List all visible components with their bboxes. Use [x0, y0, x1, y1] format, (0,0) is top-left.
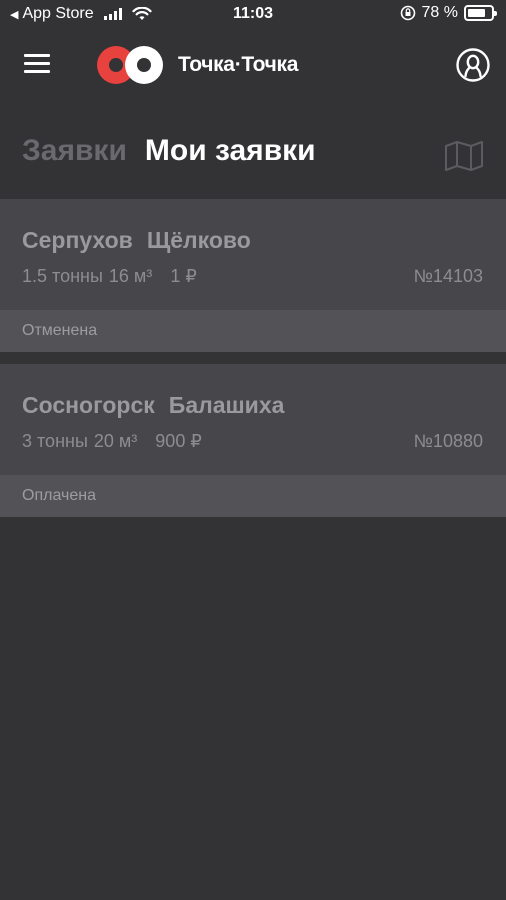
cargo-volume: 16 м³ — [108, 266, 153, 286]
menu-icon — [24, 54, 50, 57]
rotation-lock-icon — [400, 5, 415, 21]
order-status: Отменена — [0, 310, 506, 352]
map-icon[interactable] — [444, 140, 484, 172]
order-details: Сосногорск Балашиха 3 тонны 20 м³ 900 ₽ №10… — [0, 364, 506, 475]
route-from: Сосногорск — [22, 392, 155, 418]
route-to: Балашиха — [168, 392, 285, 418]
order-route: Сосногорск Балашиха — [22, 392, 284, 419]
order-price: 1 ₽ — [170, 266, 197, 286]
cargo-weight: 1.5 тонны — [22, 266, 103, 286]
battery-icon — [464, 5, 497, 21]
order-card[interactable]: Серпухов Щёлково 1.5 тонны 16 м³ 1 ₽ №14103… — [0, 199, 506, 352]
brand-logo: Точка·Точка — [96, 45, 298, 85]
battery-level — [468, 9, 486, 17]
order-details: Серпухов Щёлково 1.5 тонны 16 м³ 1 ₽ №14103 — [0, 199, 506, 310]
order-cargo: 3 тонны 20 м³ 900 ₽ — [22, 431, 202, 452]
status-bar: ◀ App Store 11:03 78 % — [0, 0, 506, 30]
order-number: №10880 — [413, 431, 483, 451]
tab-bar: Заявки Мои заявки — [22, 134, 316, 168]
route-from: Серпухов — [22, 227, 133, 253]
tab-orders[interactable]: Заявки — [22, 134, 127, 168]
order-route: Серпухов Щёлково — [22, 227, 251, 254]
order-number: №14103 — [413, 266, 483, 286]
cargo-volume: 20 м³ — [93, 431, 138, 451]
app-header: Точка·Точка — [0, 30, 506, 102]
profile-icon[interactable] — [456, 48, 490, 82]
order-price: 900 ₽ — [155, 431, 202, 451]
brand-name: Точка·Точка — [178, 53, 299, 76]
menu-button[interactable] — [24, 54, 50, 74]
order-status: Оплачена — [0, 475, 506, 517]
order-card[interactable]: Сосногорск Балашиха 3 тонны 20 м³ 900 ₽ №10… — [0, 364, 506, 517]
order-cargo: 1.5 тонны 16 м³ 1 ₽ — [22, 266, 197, 287]
logo-circles-icon — [97, 46, 163, 84]
tab-my-orders[interactable]: Мои заявки — [145, 134, 316, 168]
battery-percentage: 78 % — [421, 4, 458, 21]
route-to: Щёлково — [146, 227, 251, 253]
cargo-weight: 3 тонны — [22, 431, 88, 451]
